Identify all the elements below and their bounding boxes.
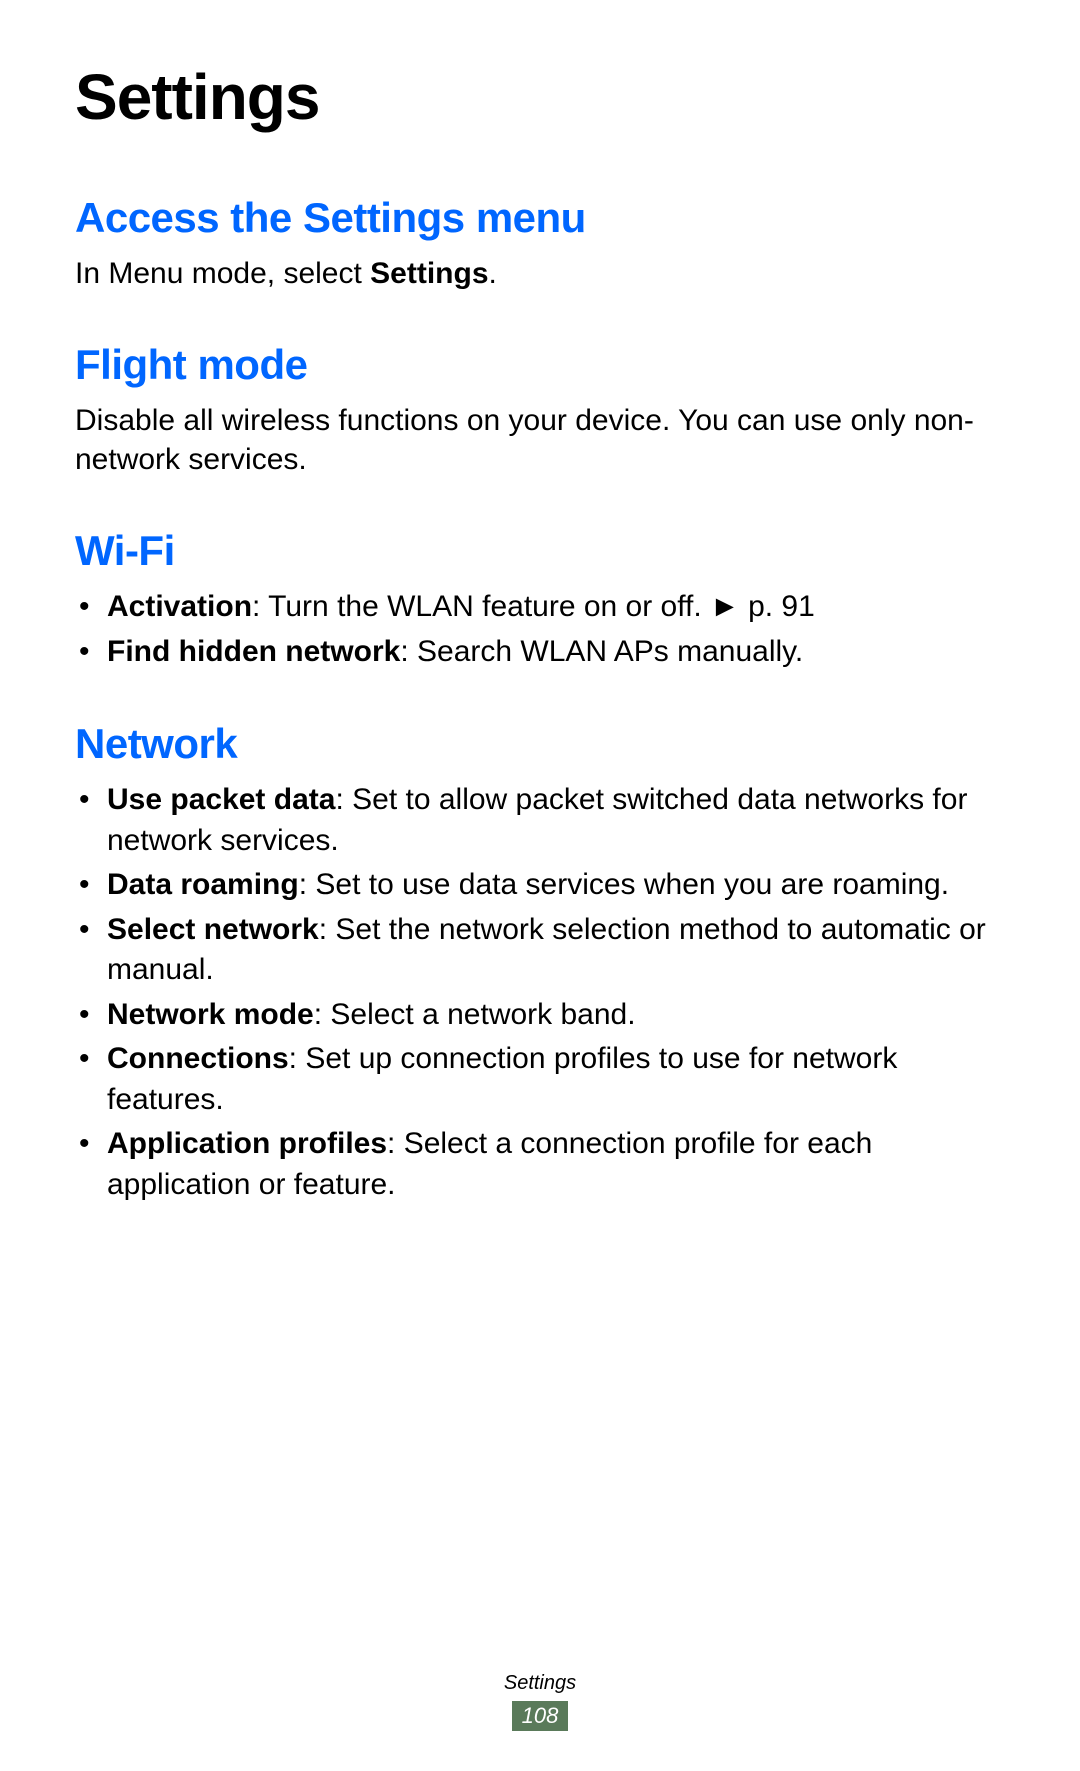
- section-access: Access the Settings menu In Menu mode, s…: [75, 194, 1005, 293]
- item-bold: Use packet data: [107, 783, 335, 816]
- page-title: Settings: [75, 60, 1005, 134]
- list-item: Network mode: Select a network band.: [75, 995, 1005, 1036]
- item-bold: Network mode: [107, 998, 314, 1031]
- list-item: Connections: Set up connection profiles …: [75, 1039, 1005, 1120]
- body-access-prefix: In Menu mode, select: [75, 257, 370, 290]
- item-text: : Set to use data services when you are …: [299, 868, 949, 901]
- heading-wifi: Wi-Fi: [75, 527, 1005, 575]
- network-list: Use packet data: Set to allow packet swi…: [75, 780, 1005, 1205]
- list-item: Application profiles: Select a connectio…: [75, 1124, 1005, 1205]
- list-item: Use packet data: Set to allow packet swi…: [75, 780, 1005, 861]
- body-access-bold: Settings: [370, 257, 488, 290]
- heading-network: Network: [75, 720, 1005, 768]
- list-item: Select network: Set the network selectio…: [75, 910, 1005, 991]
- body-access: In Menu mode, select Settings.: [75, 254, 1005, 293]
- item-bold: Find hidden network: [107, 635, 400, 668]
- item-text: : Turn the WLAN feature on or off.: [252, 590, 710, 623]
- item-ref: ► p. 91: [710, 590, 815, 623]
- list-item: Data roaming: Set to use data services w…: [75, 865, 1005, 906]
- item-bold: Connections: [107, 1042, 289, 1075]
- heading-access: Access the Settings menu: [75, 194, 1005, 242]
- page-number: 108: [512, 1701, 569, 1731]
- item-bold: Data roaming: [107, 868, 299, 901]
- item-text: : Select a network band.: [314, 998, 636, 1031]
- list-item: Activation: Turn the WLAN feature on or …: [75, 587, 1005, 628]
- heading-flight-mode: Flight mode: [75, 341, 1005, 389]
- wifi-list: Activation: Turn the WLAN feature on or …: [75, 587, 1005, 672]
- footer-label: Settings: [0, 1672, 1080, 1695]
- section-network: Network Use packet data: Set to allow pa…: [75, 720, 1005, 1205]
- item-bold: Application profiles: [107, 1127, 387, 1160]
- item-bold: Select network: [107, 913, 319, 946]
- body-flight-mode: Disable all wireless functions on your d…: [75, 401, 1005, 479]
- section-flight-mode: Flight mode Disable all wireless functio…: [75, 341, 1005, 479]
- list-item: Find hidden network: Search WLAN APs man…: [75, 632, 1005, 673]
- section-wifi: Wi-Fi Activation: Turn the WLAN feature …: [75, 527, 1005, 672]
- footer: Settings 108: [0, 1672, 1080, 1731]
- body-access-suffix: .: [489, 257, 497, 290]
- item-bold: Activation: [107, 590, 252, 623]
- item-text: : Search WLAN APs manually.: [400, 635, 803, 668]
